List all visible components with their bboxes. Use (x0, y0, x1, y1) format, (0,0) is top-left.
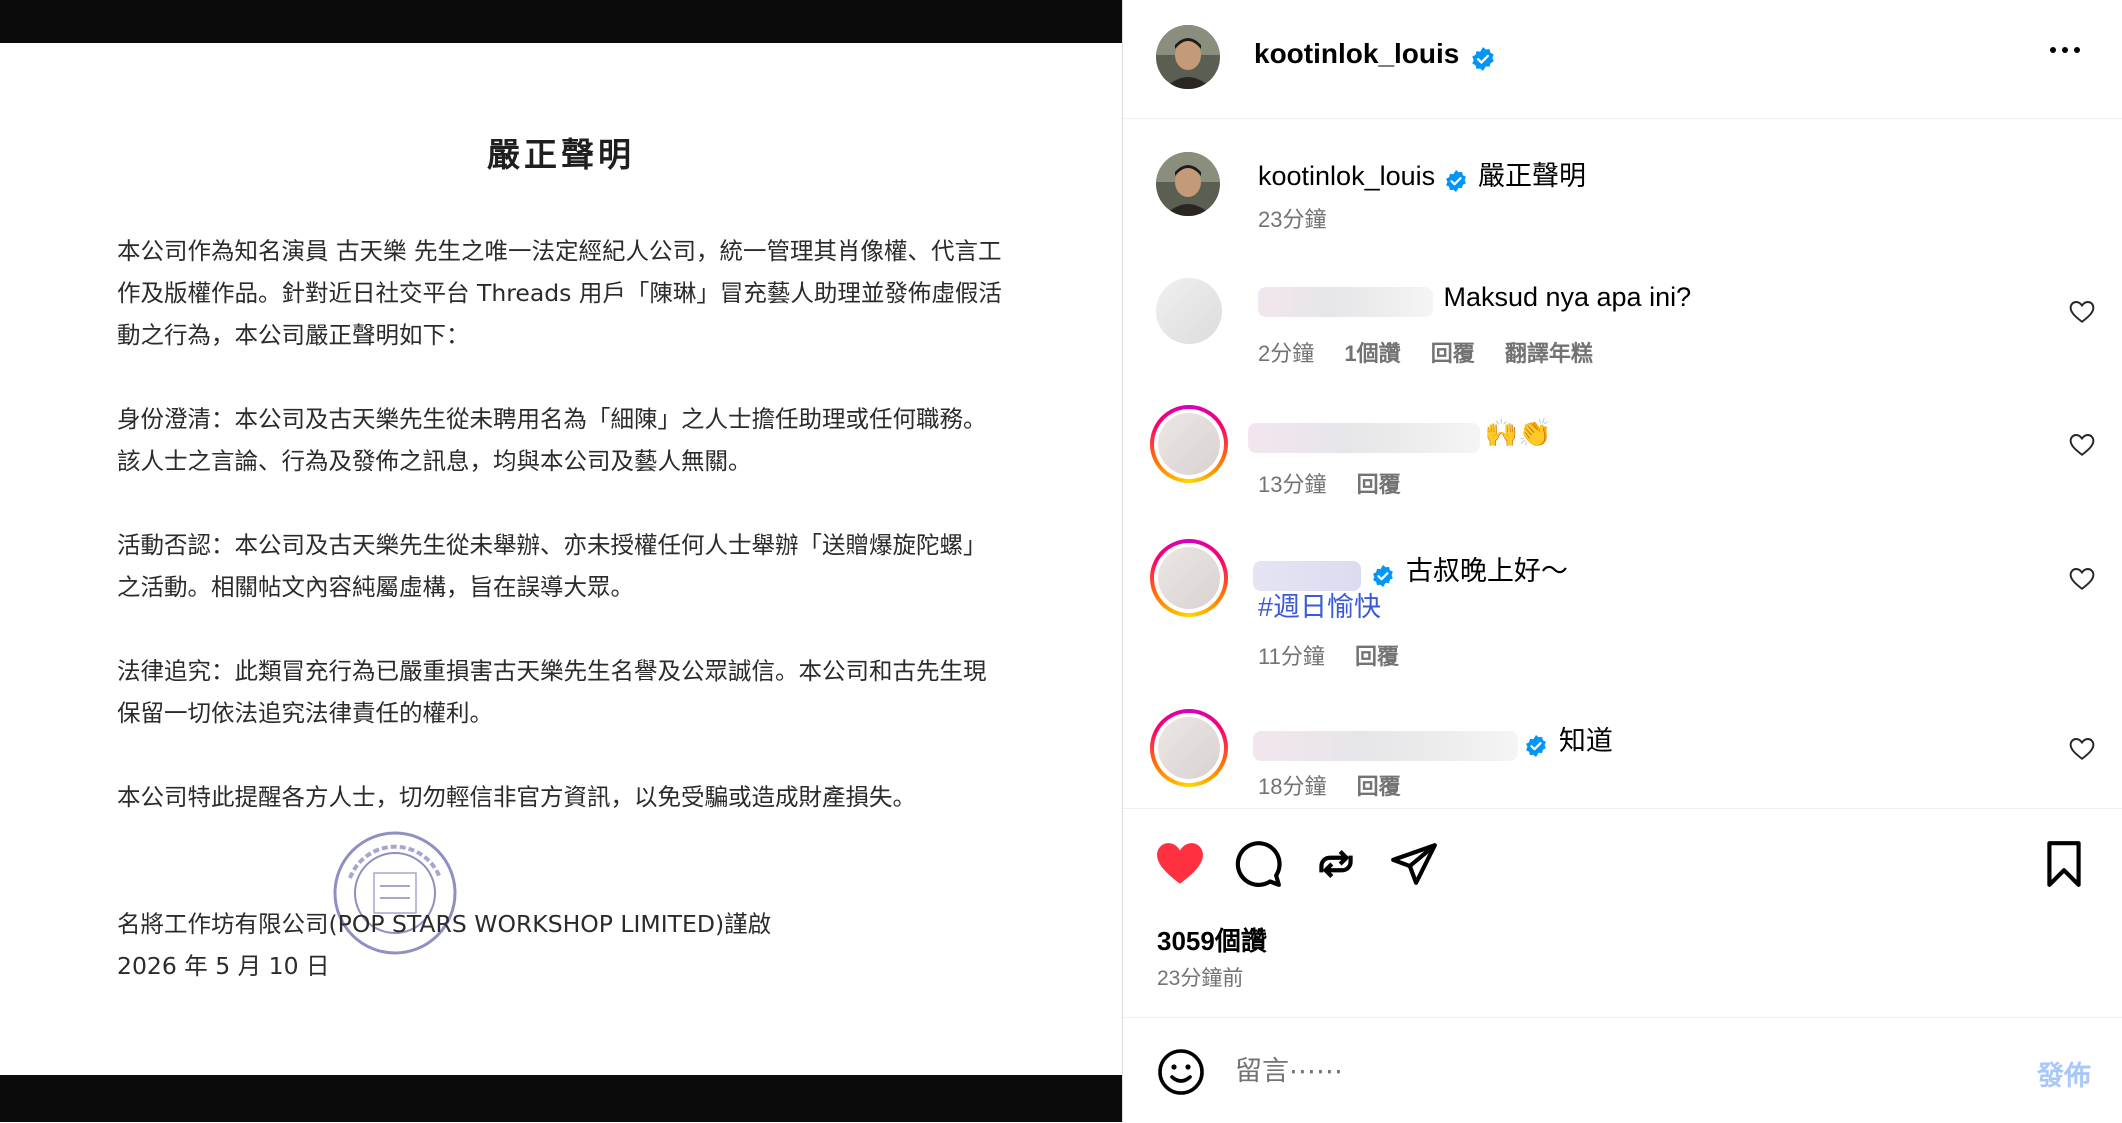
repost-icon[interactable] (1311, 839, 1361, 889)
save-bookmark-icon[interactable] (2039, 839, 2089, 889)
statement-title: 嚴正聲明 (487, 135, 635, 174)
likes-count[interactable]: 3059個讚 (1157, 921, 1267, 958)
commenter-username-redacted[interactable] (1253, 730, 1518, 761)
comment-time: 18分鐘 (1258, 774, 1327, 799)
verified-badge-icon (1445, 169, 1466, 192)
post-media[interactable]: 嚴正聲明 本公司作為知名演員 古天樂 先生之唯一法定經紀人公司，統一管理其肖像權… (0, 0, 1122, 1122)
comment-meta: 18分鐘 回覆 (1258, 769, 1425, 801)
comment-text: 🙌👏 (1484, 418, 1552, 448)
comment-meta: 11分鐘 回覆 (1258, 639, 1423, 671)
post-actions: 3059個讚 23分鐘前 (1123, 808, 2122, 1019)
comment-input[interactable] (1233, 1048, 1937, 1094)
reply-button[interactable]: 回覆 (1355, 644, 1399, 669)
statement-paragraph: 法律追究：此類冒充行為已嚴重損害古天樂先生名譽及公眾誠信。本公司和古先生現保留一… (117, 657, 987, 727)
commenter-avatar[interactable] (1156, 278, 1222, 344)
media-letterbox-bottom (0, 1075, 1122, 1122)
post-detail-panel: kootinlok_louis kootinlok_louis 嚴正聲明 23分… (1122, 0, 2122, 1122)
commenter-username-redacted[interactable] (1248, 422, 1480, 453)
commenter-username-redacted[interactable] (1258, 286, 1433, 317)
comment-meta: 2分鐘 1個讚 回覆 翻譯年糕 (1258, 336, 1617, 368)
emoji-icon[interactable] (1157, 1048, 1205, 1096)
statement-document: 嚴正聲明 本公司作為知名演員 古天樂 先生之唯一法定經紀人公司，統一管理其肖像權… (0, 43, 1122, 1075)
author-avatar[interactable] (1156, 25, 1220, 89)
like-comment-heart-icon[interactable] (2069, 737, 2095, 761)
post-time: 23分鐘前 (1157, 967, 1244, 990)
commenter-avatar-story-ring[interactable] (1150, 539, 1228, 617)
comment-meta: 13分鐘 回覆 (1258, 467, 1425, 499)
author-username[interactable]: kootinlok_louis (1254, 38, 1459, 69)
statement-paragraph: 本公司作為知名演員 古天樂 先生之唯一法定經紀人公司，統一管理其肖像權、代言工作… (117, 237, 1002, 349)
caption-username[interactable]: kootinlok_louis (1258, 161, 1435, 191)
translate-button[interactable]: 翻譯年糕 (1505, 341, 1593, 366)
like-comment-heart-icon[interactable] (2069, 300, 2095, 324)
reply-button[interactable]: 回覆 (1431, 341, 1475, 366)
avatar-photo-icon (1156, 25, 1220, 89)
post-comment-button[interactable]: 發佈 (2037, 1054, 2091, 1093)
comment-composer: 發佈 (1123, 1017, 2122, 1123)
statement-date: 2026 年 5 月 10 日 (117, 952, 330, 980)
statement-body: 本公司作為知名演員 古天樂 先生之唯一法定經紀人公司，統一管理其肖像權、代言工作… (117, 230, 1007, 860)
commenter-avatar-story-ring[interactable] (1150, 405, 1228, 483)
comment-bubble-icon[interactable] (1233, 839, 1283, 889)
liked-heart-icon[interactable] (1155, 839, 1205, 889)
statement-paragraph: 活動否認：本公司及古天樂先生從未舉辦、亦未授權任何人士舉辦「送贈爆旋陀螺」之活動… (117, 531, 987, 601)
statement-paragraph: 本公司特此提醒各方人士，切勿輕信非官方資訊，以免受騙或造成財產損失。 (117, 783, 916, 811)
post-header: kootinlok_louis (1123, 0, 2122, 119)
comment-time: 13分鐘 (1258, 472, 1327, 497)
statement-signature: 名將工作坊有限公司(POP STARS WORKSHOP LIMITED)謹啟 (117, 910, 772, 938)
reply-button[interactable]: 回覆 (1357, 472, 1401, 497)
avatar-photo-icon (1156, 152, 1220, 216)
statement-paragraph: 身份澄清：本公司及古天樂先生從未聘用名為「細陳」之人士擔任助理或任何職務。該人士… (117, 405, 987, 475)
comment-hashtag[interactable]: #週日愉快 (1258, 585, 1381, 624)
comment-text: 古叔晚上好～ (1405, 556, 1568, 586)
verified-badge-icon (1472, 46, 1494, 71)
media-letterbox-top (0, 0, 1122, 43)
comment-time: 2分鐘 (1258, 341, 1315, 366)
caption-author-avatar[interactable] (1156, 152, 1220, 216)
caption-time: 23分鐘 (1258, 207, 1327, 232)
comment-likes[interactable]: 1個讚 (1344, 341, 1400, 366)
comment-line: 知道 (1253, 719, 1613, 761)
reply-button[interactable]: 回覆 (1357, 774, 1401, 799)
verified-badge-icon (1526, 734, 1547, 757)
comment-line: Maksud nya apa ini? (1258, 282, 1691, 317)
author-name-row: kootinlok_louis (1254, 38, 1496, 72)
like-comment-heart-icon[interactable] (2069, 567, 2095, 591)
more-options-icon[interactable] (2045, 40, 2085, 60)
comment-text: Maksud nya apa ini? (1443, 282, 1692, 312)
comment-time: 11分鐘 (1258, 644, 1325, 669)
commenter-avatar-story-ring[interactable] (1150, 709, 1228, 787)
statement-signature-block: 名將工作坊有限公司(POP STARS WORKSHOP LIMITED)謹啟 … (117, 903, 1017, 987)
share-paper-plane-icon[interactable] (1389, 839, 1439, 889)
comment-text: 知道 (1558, 726, 1613, 756)
comment-line: 🙌👏 (1248, 417, 1552, 453)
like-comment-heart-icon[interactable] (2069, 433, 2095, 457)
caption-text: 嚴正聲明 (1478, 161, 1587, 191)
caption-line: kootinlok_louis 嚴正聲明 (1258, 154, 1586, 193)
